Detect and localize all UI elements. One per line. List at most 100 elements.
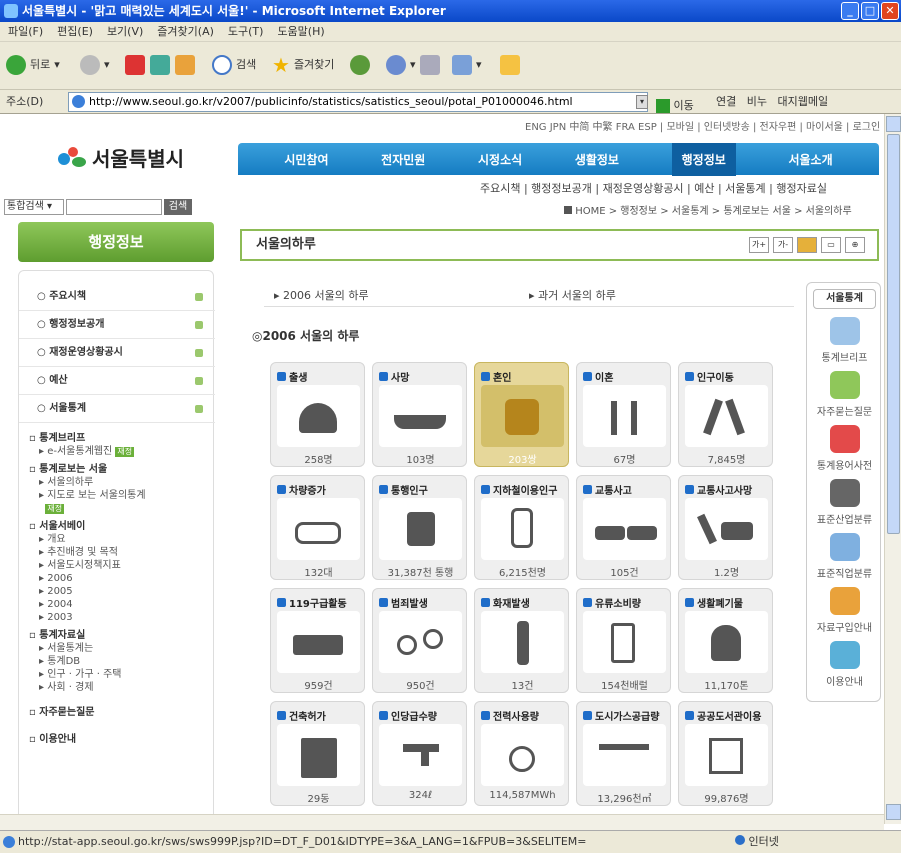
search-type-select[interactable]: 통합검색 ▾ xyxy=(4,199,64,215)
history-button[interactable] xyxy=(350,52,370,78)
sub-item-overview[interactable]: ▸ 개요 xyxy=(29,533,209,546)
sub-item-background[interactable]: ▸ 추진배경 및 목적 xyxy=(29,546,209,559)
sub-item-map[interactable]: ▸ 지도로 보는 서울의통계 재정 xyxy=(29,489,209,515)
forward-button[interactable]: ▾ xyxy=(80,52,110,78)
card-divorce[interactable]: 이혼 67명 xyxy=(576,362,671,467)
print-button[interactable] xyxy=(420,52,440,78)
sub-item-about[interactable]: ▸ 서울통계는 xyxy=(29,642,209,655)
sub-head-survey[interactable]: ▫ 서울서베이 xyxy=(29,520,209,533)
font-larger-button[interactable]: 가+ xyxy=(749,237,769,253)
quick-guide[interactable]: 이용안내 xyxy=(807,641,882,688)
sub-item-2004[interactable]: ▸ 2004 xyxy=(29,598,209,611)
card-crime[interactable]: 범죄발생 950건 xyxy=(372,588,467,693)
sub-item-2005[interactable]: ▸ 2005 xyxy=(29,585,209,598)
color-icon[interactable] xyxy=(797,237,817,253)
menu-edit[interactable]: 편집(E) xyxy=(57,22,93,41)
gnb-news[interactable]: 시정소식 xyxy=(478,151,522,168)
font-smaller-button[interactable]: 가- xyxy=(773,237,793,253)
sub-item-webzine[interactable]: ▸ e-서울통계웹진 재정 xyxy=(29,445,209,458)
stop-button[interactable] xyxy=(125,52,145,78)
menu-file[interactable]: 파일(F) xyxy=(8,22,43,41)
breadcrumb-path[interactable]: HOME > 행정정보 > 서울통계 > 통계로보는 서울 > 서울의하루 xyxy=(575,206,851,217)
quick-faq[interactable]: 자주묻는질문 xyxy=(807,371,882,418)
link-binu[interactable]: 비누 xyxy=(747,95,767,108)
card-library[interactable]: 공공도서관이용 99,876명 xyxy=(678,701,773,806)
gnb-admin[interactable]: 행정정보 xyxy=(671,142,736,176)
go-button[interactable]: 이동 xyxy=(656,94,694,118)
links-label[interactable]: 연결 xyxy=(716,95,736,108)
messenger-button[interactable] xyxy=(500,52,520,78)
sub-item-day[interactable]: ▸ 서울의하루 xyxy=(29,476,209,489)
menu-favorites[interactable]: 즐겨찾기(A) xyxy=(157,22,214,41)
print-page-icon[interactable]: ▭ xyxy=(821,237,841,253)
sub-head-brief[interactable]: ▫ 통계브리프 xyxy=(29,432,209,445)
sub-item-population[interactable]: ▸ 인구 · 가구 · 주택 xyxy=(29,668,209,681)
sub-item-2003[interactable]: ▸ 2003 xyxy=(29,611,209,624)
scroll-down-icon[interactable] xyxy=(886,804,901,820)
horizontal-scrollbar[interactable] xyxy=(0,814,884,830)
tab-2006[interactable]: ▸ 2006 서울의 하루 xyxy=(274,287,369,303)
tab-past[interactable]: ▸ 과거 서울의 하루 xyxy=(529,287,616,303)
card-water[interactable]: 인당급수량 324ℓ xyxy=(372,701,467,806)
back-button[interactable]: 뒤로 ▾ xyxy=(6,52,60,78)
site-logo[interactable]: 서울특별시 xyxy=(58,143,184,172)
minimize-button[interactable]: _ xyxy=(841,2,859,20)
gnb-life[interactable]: 생활정보 xyxy=(575,151,619,168)
card-vehicles[interactable]: 차량증가 132대 xyxy=(270,475,365,580)
menu-tools[interactable]: 도구(T) xyxy=(228,22,264,41)
card-marriage[interactable]: 혼인 203쌍 xyxy=(474,362,569,467)
card-ambulance[interactable]: 119구급활동 959건 xyxy=(270,588,365,693)
quick-glossary[interactable]: 통계용어사전 xyxy=(807,425,882,472)
card-gas[interactable]: 도시가스공급량 13,296천㎥ xyxy=(576,701,671,806)
address-dropdown-icon[interactable]: ▾ xyxy=(636,95,648,109)
lnb-item-statistics[interactable]: ○ 서울통계 xyxy=(19,395,215,423)
quick-occupation[interactable]: 표준직업분류 xyxy=(807,533,882,580)
lnb-item-finance[interactable]: ○ 재정운영상황공시 xyxy=(19,339,215,367)
card-birth[interactable]: 출생 258명 xyxy=(270,362,365,467)
card-building[interactable]: 건축허가 29동 xyxy=(270,701,365,806)
card-power[interactable]: 전력사용량 114,587MWh xyxy=(474,701,569,806)
gnb-participation[interactable]: 시민참여 xyxy=(284,151,328,168)
link-webmail[interactable]: 대지웹메일 xyxy=(778,95,829,108)
edit-button[interactable]: ▾ xyxy=(452,52,482,78)
card-waste[interactable]: 생활폐기물 11,170톤 xyxy=(678,588,773,693)
scroll-thumb[interactable] xyxy=(887,134,900,534)
card-migration[interactable]: 인구이동 7,845명 xyxy=(678,362,773,467)
sub-head-faq[interactable]: ▫ 자주묻는질문 xyxy=(29,706,209,719)
sub-head-guide[interactable]: ▫ 이용안내 xyxy=(29,733,209,746)
sub-head-seoul[interactable]: ▫ 통계로보는 서울 xyxy=(29,463,209,476)
mail-button[interactable]: ▾ xyxy=(386,52,416,78)
favorites-button[interactable]: ★ 즐겨찾기 xyxy=(272,52,334,78)
sub-head-data[interactable]: ▫ 통계자료실 xyxy=(29,629,209,642)
quick-purchase[interactable]: 자료구입안내 xyxy=(807,587,882,634)
home-button[interactable] xyxy=(175,52,195,78)
quick-brief[interactable]: 통계브리프 xyxy=(807,317,882,364)
card-death[interactable]: 사망 103명 xyxy=(372,362,467,467)
menu-help[interactable]: 도움말(H) xyxy=(277,22,324,41)
address-input[interactable]: http://www.seoul.go.kr/v2007/publicinfo/… xyxy=(68,92,648,112)
lnb-item-budget[interactable]: ○ 예산 xyxy=(19,367,215,395)
card-commute[interactable]: 통행인구 31,387천 통행 xyxy=(372,475,467,580)
scroll-up-icon[interactable] xyxy=(886,116,901,132)
vertical-scrollbar[interactable] xyxy=(884,114,901,824)
menu-view[interactable]: 보기(V) xyxy=(107,22,143,41)
card-oil[interactable]: 유류소비량 154천배럴 xyxy=(576,588,671,693)
sub-item-society[interactable]: ▸ 사회 · 경제 xyxy=(29,681,209,694)
sub-item-2006[interactable]: ▸ 2006 xyxy=(29,572,209,585)
card-accidents[interactable]: 교통사고 105건 xyxy=(576,475,671,580)
refresh-button[interactable] xyxy=(150,52,170,78)
maximize-button[interactable]: □ xyxy=(861,2,879,20)
lnb-item-policy[interactable]: ○ 주요시책 xyxy=(19,283,215,311)
search-button[interactable]: 검색 xyxy=(212,52,256,78)
sub-item-db[interactable]: ▸ 통계DB xyxy=(29,655,209,668)
top-utility-links[interactable]: ENG JPN 中简 中繁 FRA ESP | 모바일 | 인터넷방송 | 전자… xyxy=(525,118,880,133)
gnb-civil[interactable]: 전자민원 xyxy=(381,151,425,168)
card-fatalities[interactable]: 교통사고사망 1.2명 xyxy=(678,475,773,580)
search-input[interactable] xyxy=(66,199,162,215)
scrap-icon[interactable]: ⊕ xyxy=(845,237,865,253)
card-fire[interactable]: 화재발생 13건 xyxy=(474,588,569,693)
sub-item-index[interactable]: ▸ 서울도시정책지표 xyxy=(29,559,209,572)
gnb-about[interactable]: 서울소개 xyxy=(788,151,832,168)
quick-industry[interactable]: 표준산업분류 xyxy=(807,479,882,526)
sub-nav[interactable]: 주요시책 | 행정정보공개 | 재정운영상황공시 | 예산 | 서울통계 | 행… xyxy=(480,180,827,196)
